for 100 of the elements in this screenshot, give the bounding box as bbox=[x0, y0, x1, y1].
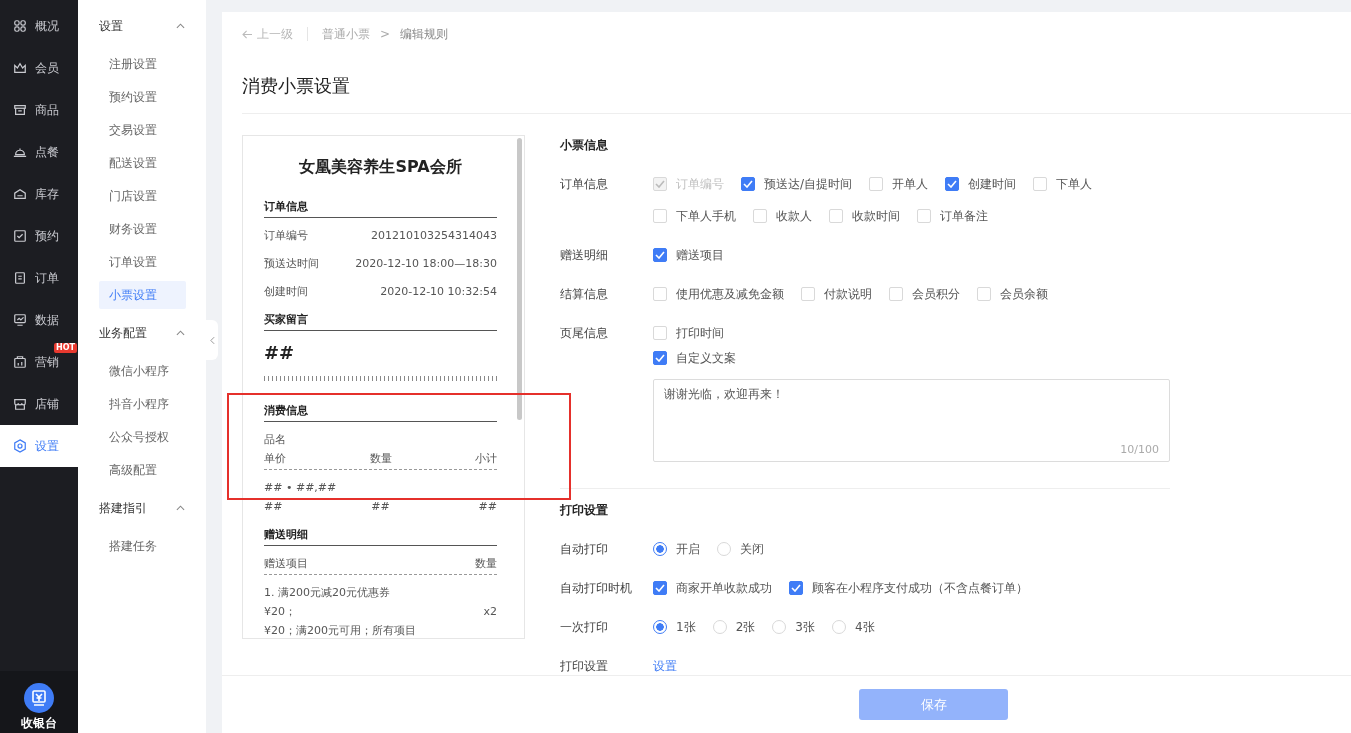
gift-price: ¥20； bbox=[264, 604, 296, 620]
checkbox-option[interactable]: 开单人 bbox=[869, 174, 929, 194]
submenu-item[interactable]: 门店设置 bbox=[99, 182, 186, 210]
radio-option[interactable]: 开启 bbox=[653, 539, 700, 559]
receipt-heading: 赠送明细 bbox=[264, 525, 497, 546]
chevron-up-icon bbox=[176, 505, 185, 511]
checkbox-option[interactable]: 预送达/自提时间 bbox=[741, 174, 853, 194]
submenu-item[interactable]: 交易设置 bbox=[99, 116, 186, 144]
receipt-heading: 消费信息 bbox=[264, 401, 497, 422]
character-counter: 10/100 bbox=[1120, 443, 1159, 456]
nav-item[interactable]: 点餐 bbox=[0, 131, 78, 173]
column-header: 数量 bbox=[475, 556, 497, 572]
receipt-label: 创建时间 bbox=[264, 284, 308, 300]
receipt-value: 2020-12-10 10:32:54 bbox=[380, 284, 497, 300]
submenu-item[interactable]: 小票设置 bbox=[99, 281, 186, 309]
checkbox[interactable] bbox=[653, 351, 667, 365]
checkbox-option[interactable]: 使用优惠及减免金额 bbox=[653, 284, 784, 304]
menu-group-header[interactable]: 设置 bbox=[99, 7, 186, 45]
submenu-item[interactable]: 微信小程序 bbox=[99, 357, 186, 385]
page-title: 消费小票设置 bbox=[242, 44, 1351, 114]
field-label: 赠送明细 bbox=[560, 247, 609, 264]
radio-option[interactable]: 4张 bbox=[831, 617, 875, 637]
settings-icon bbox=[13, 439, 27, 453]
receipt-label: 订单编号 bbox=[264, 228, 308, 244]
nav-item[interactable]: 店铺 bbox=[0, 383, 78, 425]
section-title: 小票信息 bbox=[560, 137, 609, 154]
checkbox-option[interactable]: 打印时间 bbox=[653, 323, 1170, 343]
gift-note: ¥20；满200元可用；所有项目 bbox=[264, 623, 416, 638]
nav-item[interactable]: 预约 bbox=[0, 215, 78, 257]
receipt-label: 品名 bbox=[264, 432, 286, 448]
checkbox-option[interactable]: 下单人 bbox=[1033, 174, 1093, 194]
chart-icon bbox=[13, 313, 27, 327]
nav-item[interactable]: 数据 bbox=[0, 299, 78, 341]
checkbox-option[interactable]: 付款说明 bbox=[801, 284, 872, 304]
checkbox-option[interactable]: 收款时间 bbox=[829, 206, 900, 226]
item-value: ## bbox=[371, 499, 390, 515]
shop-icon bbox=[13, 355, 27, 369]
message-field: ## bbox=[264, 339, 497, 367]
submenu-item[interactable]: 订单设置 bbox=[99, 248, 186, 276]
nav-item[interactable]: 设置 bbox=[0, 425, 78, 467]
field-label: 自动打印时机 bbox=[560, 580, 633, 597]
checkbox-option[interactable]: 商家开单收款成功 bbox=[653, 578, 772, 598]
submenu-item[interactable]: 财务设置 bbox=[99, 215, 186, 243]
checkbox-option[interactable]: 收款人 bbox=[753, 206, 812, 226]
submenu-item[interactable]: 抖音小程序 bbox=[99, 390, 186, 418]
menu-group-header[interactable]: 业务配置 bbox=[99, 314, 186, 352]
nav-item[interactable]: 库存 bbox=[0, 173, 78, 215]
radio-option[interactable]: 关闭 bbox=[717, 539, 764, 559]
nav-item[interactable]: 会员 bbox=[0, 47, 78, 89]
submenu-item[interactable]: 配送设置 bbox=[99, 149, 186, 177]
collapse-handle[interactable] bbox=[206, 320, 218, 360]
crown-icon bbox=[13, 61, 27, 75]
text-area[interactable]: 谢谢光临，欢迎再来！ 10/100 bbox=[653, 379, 1170, 462]
checkbox-option[interactable]: 会员余额 bbox=[977, 284, 1048, 304]
submenu-item[interactable]: 搭建任务 bbox=[99, 532, 186, 560]
checkbox-option[interactable]: 会员积分 bbox=[889, 284, 960, 304]
nav-item[interactable]: 概况 bbox=[0, 5, 78, 47]
nav-item[interactable]: 订单 bbox=[0, 257, 78, 299]
checkbox[interactable] bbox=[789, 581, 803, 595]
receipt-value: 2020-12-10 18:00—18:30 bbox=[355, 256, 497, 272]
checkbox[interactable] bbox=[741, 177, 755, 191]
item-value: ## bbox=[478, 499, 497, 515]
column-header: 数量 bbox=[369, 451, 392, 467]
checkbox[interactable] bbox=[945, 177, 960, 191]
scrollbar[interactable] bbox=[517, 138, 522, 420]
receipt-heading: 订单信息 bbox=[264, 197, 497, 218]
radio-button[interactable] bbox=[653, 542, 667, 556]
breadcrumb-link[interactable]: 编辑规则 bbox=[400, 25, 449, 43]
calendar-check-icon bbox=[13, 229, 27, 243]
radio-option[interactable]: 3张 bbox=[772, 617, 815, 637]
item-line: ## • ##,## bbox=[264, 480, 337, 496]
checkbox-option[interactable]: 创建时间 bbox=[945, 174, 1017, 194]
checkbox-option[interactable]: 赠送项目 bbox=[653, 245, 724, 265]
checkbox[interactable] bbox=[653, 581, 667, 595]
submenu-item[interactable]: 预约设置 bbox=[99, 83, 186, 111]
arrow-left-icon bbox=[242, 29, 253, 39]
nav-item[interactable]: 商品 bbox=[0, 89, 78, 131]
box-icon bbox=[13, 187, 27, 201]
menu-group-header[interactable]: 搭建指引 bbox=[99, 489, 186, 527]
checkbox-option[interactable]: 下单人手机 bbox=[653, 206, 736, 226]
grid-icon bbox=[13, 19, 27, 33]
submenu-item[interactable]: 高级配置 bbox=[99, 456, 186, 484]
nav-item[interactable]: HOT 营销 bbox=[0, 341, 78, 383]
clipboard-icon bbox=[13, 271, 27, 285]
submenu-item[interactable]: 公众号授权 bbox=[99, 423, 186, 451]
field-label: 订单信息 bbox=[560, 176, 609, 193]
radio-option[interactable]: 2张 bbox=[712, 617, 756, 637]
radio-option[interactable]: 1张 bbox=[653, 617, 696, 637]
submenu-item[interactable]: 注册设置 bbox=[99, 50, 186, 78]
checkbox-option[interactable]: 订单备注 bbox=[917, 206, 988, 226]
shop-name: 女凰美容养生SPA会所 bbox=[298, 156, 463, 178]
radio-button[interactable] bbox=[653, 620, 667, 634]
checkbox[interactable] bbox=[653, 248, 667, 262]
checkbox-option[interactable]: 自定义文案 bbox=[653, 348, 1170, 368]
store-icon bbox=[13, 103, 27, 117]
settings-link[interactable]: 设置 bbox=[653, 656, 677, 675]
checkbox-option[interactable]: 顾客在小程序支付成功（不含点餐订单） bbox=[789, 578, 1028, 598]
column-header: 赠送项目 bbox=[264, 556, 308, 572]
column-header: 单价 bbox=[264, 451, 286, 467]
field-label: 打印设置 bbox=[560, 658, 609, 675]
